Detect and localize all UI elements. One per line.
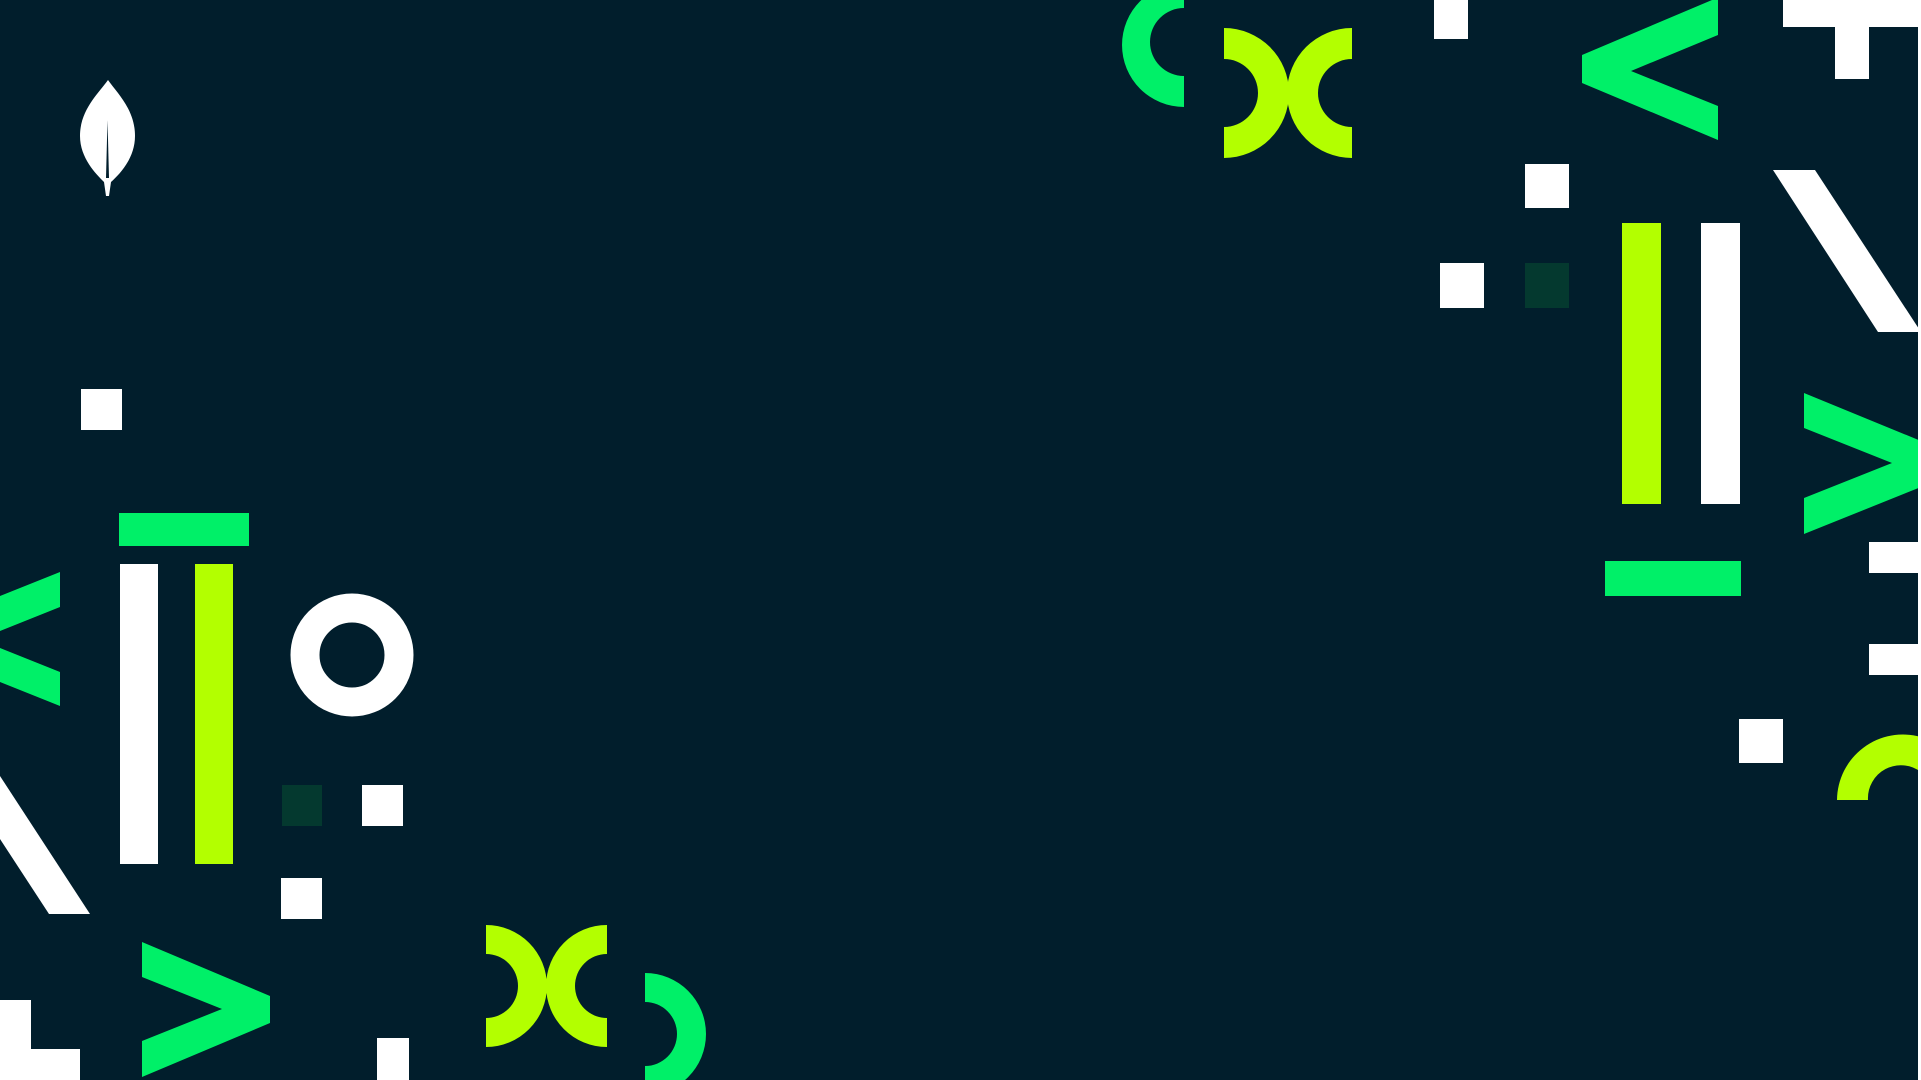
white-bar-right-edge [1869, 542, 1921, 573]
white-vertical-bar [120, 564, 158, 864]
green-horizontal-bar [119, 513, 249, 546]
white-square [1440, 263, 1484, 308]
white-square [1525, 164, 1569, 208]
white-square [1739, 719, 1783, 763]
white-vertical-bar [1701, 223, 1740, 504]
lime-vertical-bar [195, 564, 233, 864]
white-square [377, 1038, 409, 1080]
dark-green-square [1525, 263, 1569, 308]
green-horizontal-bar [1605, 561, 1741, 596]
dark-green-square [282, 785, 322, 826]
white-square [1434, 0, 1468, 39]
lime-vertical-bar [1622, 223, 1661, 504]
white-square [81, 389, 122, 430]
white-square [281, 878, 322, 919]
white-square [362, 785, 403, 826]
background-canvas [0, 0, 1921, 1080]
white-bar-right-edge [1869, 644, 1921, 675]
